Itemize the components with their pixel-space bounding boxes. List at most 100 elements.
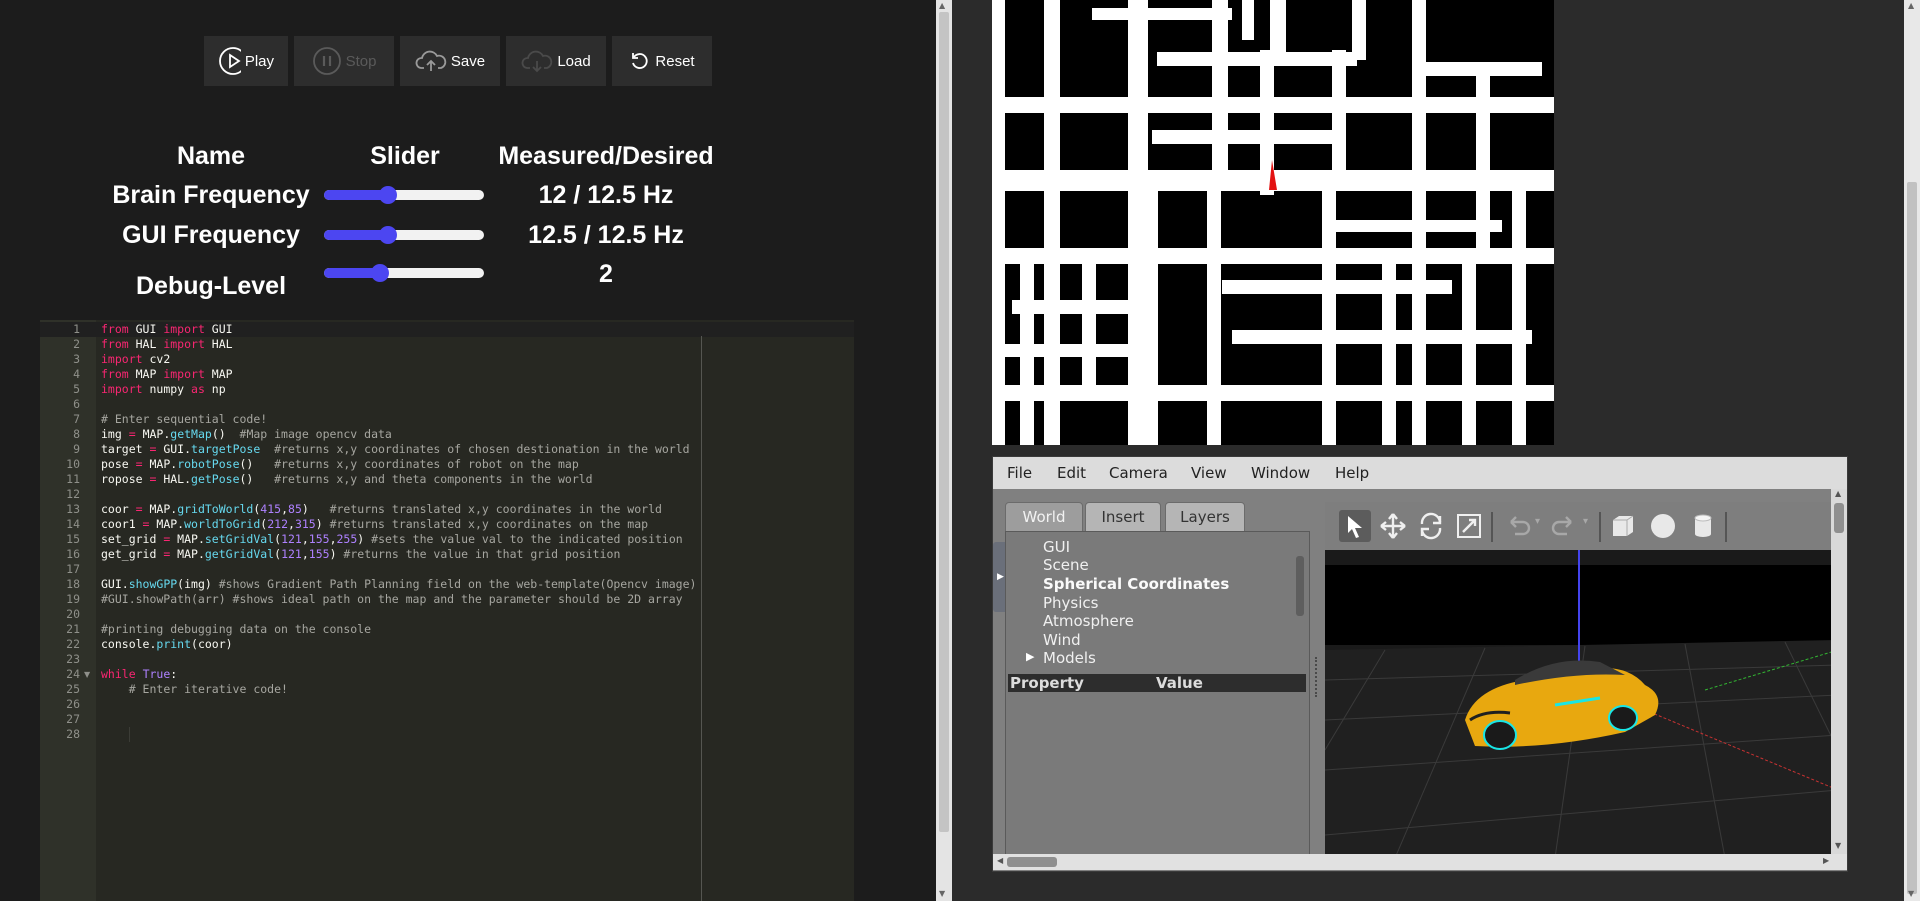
slider-thumb[interactable]: [379, 226, 397, 244]
splitter-handle[interactable]: [1315, 657, 1319, 697]
menu-file[interactable]: File: [1007, 464, 1032, 482]
menu-help[interactable]: Help: [1335, 464, 1369, 482]
tree-item-spherical-coordinates[interactable]: Spherical Coordinates: [1043, 575, 1229, 593]
tree-item-atmosphere[interactable]: Atmosphere: [1043, 612, 1134, 630]
scroll-down-icon[interactable]: ▼: [1835, 841, 1841, 850]
code-line: while True:: [101, 667, 178, 681]
rotate-icon[interactable]: [1415, 510, 1447, 542]
tree-item-physics[interactable]: Physics: [1043, 594, 1098, 612]
load-button[interactable]: Load: [506, 36, 606, 86]
code-line: from HAL import HAL: [101, 337, 233, 351]
cylinder-shape-icon[interactable]: [1687, 510, 1719, 542]
translate-icon[interactable]: [1377, 510, 1409, 542]
scrollbar-thumb[interactable]: [939, 12, 949, 832]
print-margin: [701, 336, 702, 901]
reset-label: Reset: [655, 52, 695, 70]
city-map-image: [992, 0, 1554, 445]
scroll-up-icon[interactable]: ▲: [1908, 1, 1914, 10]
line-number: 12: [66, 487, 80, 501]
tab-world[interactable]: World: [1005, 502, 1083, 532]
line-number: 14: [66, 517, 80, 531]
menu-window[interactable]: Window: [1251, 464, 1310, 482]
tree-item-gui[interactable]: GUI: [1043, 538, 1070, 556]
menu-edit[interactable]: Edit: [1057, 464, 1086, 482]
tree-scrollbar[interactable]: [1296, 556, 1304, 616]
right-pane-scrollbar[interactable]: ▲ ▼: [1904, 0, 1920, 901]
line-number: 4: [73, 367, 80, 381]
scroll-up-icon[interactable]: ▲: [1835, 489, 1841, 498]
reset-button[interactable]: Reset: [612, 36, 712, 86]
brain-frequency-slider[interactable]: [324, 186, 484, 204]
debug-level-slider[interactable]: [324, 264, 484, 282]
slider-thumb[interactable]: [371, 264, 389, 282]
toolbar-separator: [1491, 512, 1493, 542]
code-editor[interactable]: 1 2 3 4 5 6 7 8 9 10 11 12 13 14 15 16 1…: [40, 320, 854, 901]
scroll-right-icon[interactable]: ▶: [1823, 856, 1829, 865]
header-measured-desired: Measured/Desired: [498, 142, 714, 170]
scrollbar-thumb[interactable]: [1907, 182, 1917, 894]
gui-frequency-label: GUI Frequency: [122, 221, 300, 249]
line-number: 2: [73, 337, 80, 351]
expand-arrow-icon[interactable]: ▶: [1026, 650, 1034, 663]
play-icon: [219, 47, 241, 75]
line-number: 25: [66, 682, 80, 696]
scroll-down-icon[interactable]: ▼: [1908, 889, 1914, 898]
tab-layers[interactable]: Layers: [1165, 502, 1245, 532]
play-label: Play: [244, 52, 274, 70]
tree-item-wind[interactable]: Wind: [1043, 631, 1081, 649]
redo-dropdown-icon[interactable]: ▾: [1583, 516, 1588, 527]
stop-button[interactable]: Stop: [294, 36, 394, 86]
redo-icon[interactable]: [1549, 510, 1581, 542]
scrollbar-thumb[interactable]: [1834, 503, 1844, 533]
cloud-upload-icon: [415, 50, 447, 71]
code-line: ropose = HAL.getPose() #returns x,y and …: [101, 472, 593, 486]
gui-frequency-slider[interactable]: [324, 226, 484, 244]
header-name: Name: [176, 142, 246, 170]
scale-icon[interactable]: [1453, 510, 1485, 542]
code-line: from MAP import MAP: [101, 367, 233, 381]
scrollbar-thumb[interactable]: [1007, 857, 1057, 867]
world-panel: World Insert Layers GUI Scene Spherical …: [1005, 502, 1310, 866]
menu-view[interactable]: View: [1191, 464, 1227, 482]
fold-arrow-icon[interactable]: ▼: [84, 670, 90, 679]
line-number: 17: [66, 562, 80, 576]
line-number: 1: [73, 322, 80, 336]
sphere-shape-icon[interactable]: [1647, 510, 1679, 542]
world-tree: GUI Scene Spherical Coordinates Physics …: [1005, 531, 1310, 866]
code-line: target = GUI.targetPose #returns x,y coo…: [101, 442, 690, 456]
line-number: 11: [66, 472, 80, 486]
code-line: set_grid = MAP.setGridVal(121,155,255) #…: [101, 532, 683, 546]
box-shape-icon[interactable]: [1607, 510, 1639, 542]
line-number: 13: [66, 502, 80, 516]
code-line: coor1 = MAP.worldToGrid(212,315) #return…: [101, 517, 649, 531]
slider-thumb[interactable]: [379, 186, 397, 204]
code-line: img = MAP.getMap() #Map image opencv dat…: [101, 427, 392, 441]
tree-item-scene[interactable]: Scene: [1043, 556, 1089, 574]
save-button[interactable]: Save: [400, 36, 500, 86]
city-map-canvas[interactable]: [992, 0, 1554, 445]
play-button[interactable]: Play: [204, 36, 288, 86]
gazebo-horizontal-scrollbar[interactable]: ◀ ▶: [993, 854, 1847, 870]
scroll-up-icon[interactable]: ▲: [939, 1, 945, 10]
undo-dropdown-icon[interactable]: ▾: [1535, 516, 1540, 527]
value-column-header: Value: [1156, 674, 1203, 692]
left-pane-scrollbar[interactable]: ▲ ▼: [936, 0, 952, 901]
line-number: 3: [73, 352, 80, 366]
tree-item-models[interactable]: Models: [1043, 649, 1096, 667]
debug-level-label: Debug-Level: [135, 272, 287, 300]
reset-icon: [632, 53, 648, 69]
property-column-header: Property: [1010, 674, 1084, 692]
scroll-left-icon[interactable]: ◀: [997, 856, 1003, 865]
code-line: #GUI.showPath(arr) #shows ideal path on …: [101, 592, 683, 606]
line-number: 22: [66, 637, 80, 651]
3d-viewport[interactable]: ▾ ▾: [1325, 502, 1838, 858]
line-number: 16: [66, 547, 80, 561]
viewport-toolbar: ▾ ▾: [1325, 502, 1838, 550]
undo-icon[interactable]: [1501, 510, 1533, 542]
line-number: 15: [66, 532, 80, 546]
scroll-down-icon[interactable]: ▼: [939, 889, 945, 898]
select-arrow-icon[interactable]: [1339, 510, 1371, 542]
tab-insert[interactable]: Insert: [1085, 502, 1161, 532]
menu-camera[interactable]: Camera: [1109, 464, 1168, 482]
gazebo-vertical-scrollbar[interactable]: ▲ ▼: [1831, 489, 1847, 854]
